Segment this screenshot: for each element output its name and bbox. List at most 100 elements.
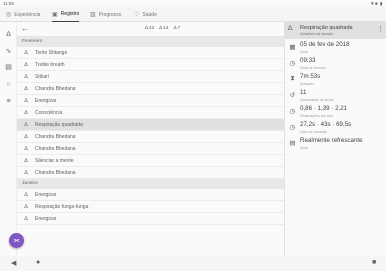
detail-field: ◷ 09:33 Hora de término: [285, 56, 386, 72]
session-label: Energizar: [35, 215, 57, 222]
progress-icon: ▥: [90, 12, 96, 18]
session-label: Chandra Bhedana: [35, 169, 76, 176]
session-row[interactable]: ∆ Consciência: [17, 107, 284, 119]
detail-field: ◷ 0,86 · 1,39 · 2,21 Respirações por min: [285, 104, 386, 120]
nav-recents-icon[interactable]: ■: [372, 259, 376, 266]
breath-icon: ∆: [24, 97, 28, 104]
list-icon[interactable]: ▤: [4, 63, 13, 72]
field-value: 05 de fev de 2018: [300, 41, 350, 48]
field-icon: ▦: [289, 44, 296, 51]
month-section-header: Fevereiro: [17, 37, 284, 47]
tab-bar: ◎ Experiência ▣ Registro ▥ Progresso ♡ S…: [0, 7, 386, 22]
field-label: Hora de término: [300, 65, 326, 70]
count-3: ∆7: [174, 26, 181, 31]
field-icon: ◷: [289, 108, 296, 115]
field-label: Quantidade de ciclos: [300, 97, 334, 102]
session-label: Chandra Bhedana: [35, 145, 76, 152]
session-row[interactable]: ∆ Chandra Bhedana: [17, 167, 284, 179]
status-time: 11:59: [3, 0, 14, 6]
session-row[interactable]: ∆ Energizar: [17, 189, 284, 201]
session-label: Treble breath: [35, 61, 65, 68]
breath-icon: ∆: [24, 203, 28, 210]
session-row[interactable]: ∆ Tente Shtange: [17, 47, 284, 59]
detail-field: ▦ 05 de fev de 2018 Data: [285, 40, 386, 56]
field-value: 27,2s · 43s · 69,5s: [300, 121, 352, 128]
field-label: Ciclo de duração: [300, 129, 327, 134]
session-row[interactable]: ∆ Treble breath: [17, 59, 284, 71]
field-value: 09:33: [300, 57, 316, 64]
details-header: ∆ Respiração quadrada Detalhes da sessão…: [285, 22, 386, 39]
breath-icon: ∆: [24, 145, 28, 152]
count-2: ∆14: [159, 26, 168, 31]
session-row[interactable]: ∆ Respiração quadrada: [17, 119, 284, 131]
status-bar: 11:59 ▼■ ▮: [0, 0, 386, 6]
session-label: Consciência: [35, 109, 63, 116]
back-arrow-icon[interactable]: ←: [21, 24, 29, 33]
detail-field: ⧗ 7m 53s Duração: [285, 72, 386, 88]
filter-icon[interactable]: ≡: [4, 97, 13, 106]
session-row[interactable]: ∆ Energizar: [17, 95, 284, 107]
session-label: Respiração quadrada: [35, 121, 83, 128]
field-icon: ◷: [289, 60, 296, 67]
session-label: Tente Shtange: [35, 49, 68, 56]
field-icon: ▤: [289, 140, 296, 147]
session-row[interactable]: ∆ Chandra Bhedana: [17, 83, 284, 95]
app-screen: 11:59 ▼■ ▮ ◎ Experiência ▣ Registro ▥ Pr…: [0, 0, 386, 271]
experience-icon: ◎: [6, 12, 12, 18]
wave-icon[interactable]: ∿: [4, 47, 13, 56]
session-label: Sitkari: [35, 73, 49, 80]
tab-label: Registro: [60, 11, 80, 17]
field-label: Duração: [300, 81, 314, 86]
field-icon: ↺: [289, 92, 296, 99]
tab-progresso[interactable]: ▥ Progresso: [90, 7, 121, 22]
detail-field: ▤ Realmente refrescante Nota: [285, 136, 386, 152]
breath-icon: ∆: [24, 169, 28, 176]
nav-home-icon[interactable]: ●: [36, 259, 40, 266]
share-icon: ⫘: [13, 237, 20, 244]
field-label: Respirações por min: [300, 113, 333, 118]
session-row[interactable]: ∆ Energizar: [17, 213, 284, 225]
session-row[interactable]: ∆ Silenciar a mente: [17, 155, 284, 167]
month-section-header: Janeiro: [17, 179, 284, 189]
bulb-icon[interactable]: ○: [4, 80, 13, 89]
log-icon: ▣: [52, 11, 58, 18]
tab-experiencia[interactable]: ◎ Experiência: [6, 7, 40, 22]
details-title: Respiração quadrada: [300, 24, 353, 31]
tab-saude[interactable]: ♡ Saúde: [134, 7, 157, 22]
field-value: 7m 53s: [300, 73, 321, 80]
more-vert-icon[interactable]: ⋮: [377, 25, 384, 33]
share-button[interactable]: ⫘: [9, 233, 24, 248]
session-label: Chandra Bhedana: [35, 85, 76, 92]
breath-icon: ∆: [24, 121, 28, 128]
breath-icon: ∆: [24, 49, 28, 56]
tab-registro[interactable]: ▣ Registro: [52, 7, 80, 22]
session-row[interactable]: ∆ Sitkari: [17, 71, 284, 83]
session-details-panel: ∆ Respiração quadrada Detalhes da sessão…: [284, 22, 386, 256]
tab-label: Experiência: [14, 11, 41, 18]
session-label: Energizar: [35, 191, 57, 198]
nav-back-icon[interactable]: ◀: [11, 259, 16, 267]
list-header: ← ∆ 42 ∆14 ∆7: [17, 22, 284, 37]
breath-icon[interactable]: ∆: [4, 30, 13, 39]
breath-icon: ∆: [24, 61, 28, 68]
session-label: Energizar: [35, 97, 57, 104]
system-nav-bar: ◀ ● ■: [0, 256, 386, 271]
breath-icon: ∆: [24, 133, 28, 140]
session-counts: ∆ 42 ∆14 ∆7: [145, 26, 180, 31]
session-label: Silenciar a mente: [35, 157, 74, 164]
detail-field: ◷ 27,2s · 43s · 69,5s Ciclo de duração: [285, 120, 386, 136]
session-row[interactable]: ∆ Chandra Bhedana: [17, 131, 284, 143]
session-row[interactable]: ∆ Respiração funga-funga: [17, 201, 284, 213]
field-value: 0,86 · 1,39 · 2,21: [300, 105, 348, 112]
breath-icon: ∆: [24, 215, 28, 222]
tab-label: Saúde: [142, 11, 157, 18]
system-icons: ▼■ ▮: [370, 0, 383, 6]
count-value: 14: [163, 26, 169, 31]
count-value: 42: [148, 26, 155, 31]
field-value: 11: [300, 89, 307, 96]
breath-icon: ∆: [159, 26, 163, 31]
breath-icon: ∆: [24, 191, 28, 198]
session-row[interactable]: ∆ Chandra Bhedana: [17, 143, 284, 155]
field-icon: ◷: [289, 124, 296, 131]
field-label: Data: [300, 49, 308, 54]
